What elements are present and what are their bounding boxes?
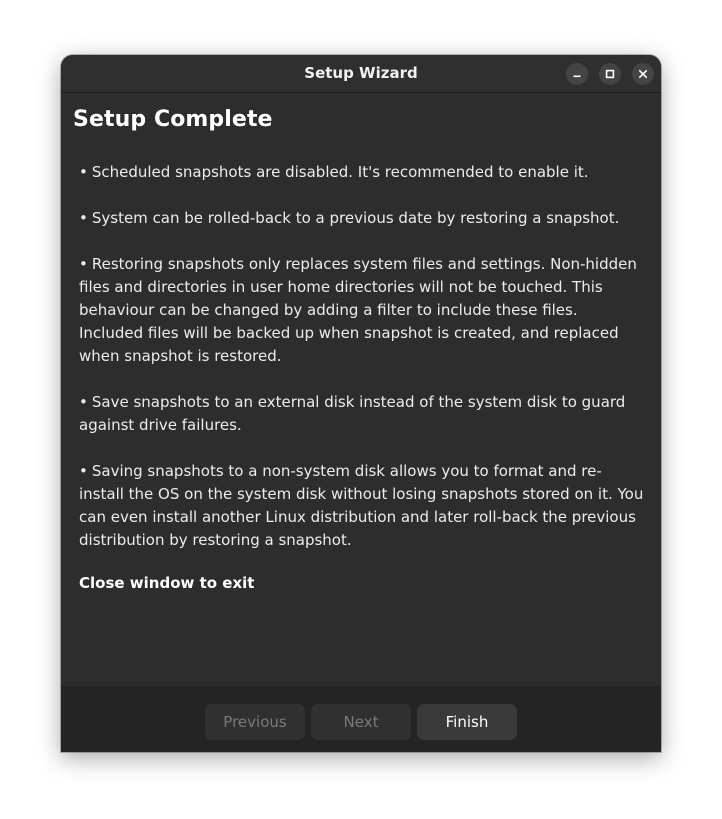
title-bar[interactable]: Setup Wizard — [61, 55, 661, 93]
note-text: System can be rolled-back to a previous … — [91, 209, 620, 227]
finish-button[interactable]: Finish — [417, 704, 517, 740]
wizard-content: Setup Complete • Scheduled snapshots are … — [61, 93, 661, 686]
close-icon — [638, 69, 648, 79]
bullet: • — [79, 393, 88, 411]
close-button[interactable] — [632, 63, 654, 85]
note-item: • System can be rolled-back to a previous… — [79, 207, 644, 230]
bullet: • — [79, 163, 88, 181]
maximize-icon — [605, 69, 615, 79]
minimize-icon — [573, 75, 581, 78]
setup-wizard-window: Setup Wizard Setup Complete • Scheduled s… — [61, 55, 661, 752]
bullet: • — [79, 462, 88, 480]
bullet: • — [79, 255, 88, 273]
note-text: Scheduled snapshots are disabled. It's r… — [91, 163, 589, 181]
minimize-button[interactable] — [566, 63, 588, 85]
notes-list: • Scheduled snapshots are disabled. It's … — [79, 161, 644, 575]
maximize-button[interactable] — [599, 63, 621, 85]
note-text: Save snapshots to an external disk inste… — [79, 393, 626, 434]
bullet: • — [79, 209, 88, 227]
note-text: Restoring snapshots only replaces system… — [79, 255, 637, 365]
note-item: • Scheduled snapshots are disabled. It's … — [79, 161, 644, 184]
note-item: • Restoring snapshots only replaces syste… — [79, 253, 644, 368]
page-title: Setup Complete — [73, 107, 273, 132]
note-item: • Saving snapshots to a non-system disk a… — [79, 460, 644, 552]
note-item: • Save snapshots to an external disk inst… — [79, 391, 644, 437]
exit-instruction: Close window to exit — [79, 574, 255, 592]
previous-button[interactable]: Previous — [205, 704, 305, 740]
note-text: Saving snapshots to a non-system disk al… — [79, 462, 644, 549]
wizard-footer: Previous Next Finish — [61, 686, 661, 752]
next-button[interactable]: Next — [311, 704, 411, 740]
